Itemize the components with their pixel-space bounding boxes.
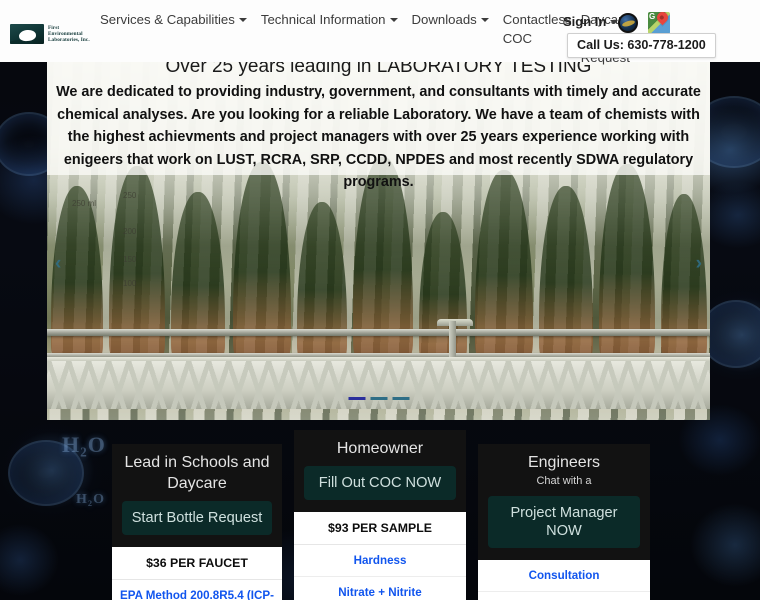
card-link[interactable]: Consultation — [478, 560, 650, 592]
card-header: Engineers Chat with a Project Manager NO… — [478, 444, 650, 560]
hero-body-text: We are dedicated to providing industry, … — [56, 84, 701, 190]
company-logo-icon — [10, 24, 44, 44]
card-lead-in-schools: Lead in Schools and Daycare Start Bottle… — [112, 444, 282, 600]
flask-shape — [661, 194, 707, 362]
card-price: $36 PER FAUCET — [112, 547, 282, 580]
bubble-decoration-icon — [8, 440, 84, 506]
card-homeowner: Homeowner Fill Out COC NOW $93 PER SAMPL… — [294, 430, 466, 600]
card-title: Engineers — [527, 454, 601, 471]
globe-icon[interactable] — [618, 13, 638, 33]
chevron-down-icon — [238, 18, 247, 22]
call-us-tooltip[interactable]: Call Us: 630-778-1200 — [567, 33, 716, 58]
sign-in-button[interactable]: Sign In — [563, 14, 619, 29]
card-title: Lead in Schools and Daycare — [124, 454, 270, 492]
logo-text: First Environmental Laboratories, Inc. — [48, 25, 90, 44]
flask-shape — [171, 192, 225, 362]
carousel-indicator[interactable] — [392, 397, 409, 400]
nav-item-contactless-coc[interactable]: Contactless COC — [503, 10, 572, 48]
card-link[interactable]: Nitrate + Nitrite — [294, 577, 466, 600]
nav-label: Technical Information — [260, 12, 386, 27]
chevron-down-icon — [389, 18, 398, 22]
graduation-label: 200 — [123, 227, 137, 236]
card-link[interactable]: Hardness — [294, 545, 466, 577]
maps-g-letter: G — [649, 12, 656, 21]
card-price: $93 PER SAMPLE — [294, 512, 466, 545]
flask-shape — [419, 212, 467, 362]
sign-in-label: Sign In — [563, 14, 607, 29]
carousel-indicators — [348, 397, 409, 400]
card-header: Homeowner Fill Out COC NOW — [294, 430, 466, 512]
card-subtitle: Chat with a — [536, 475, 592, 487]
nav-item-services-capabilities[interactable]: Services & Capabilities — [100, 10, 247, 29]
card-title: Homeowner — [336, 440, 424, 457]
card-header: Lead in Schools and Daycare Start Bottle… — [112, 444, 282, 547]
map-pin-icon — [654, 12, 670, 26]
card-link[interactable]: Customer Service — [478, 592, 650, 600]
carousel-indicator[interactable] — [370, 397, 387, 400]
hero-text-overlay: Over 25 years leading in LABORATORY TEST… — [47, 57, 710, 190]
logo-line-3: Laboratories, Inc. — [48, 37, 90, 44]
fill-out-coc-button[interactable]: Fill Out COC NOW — [304, 466, 456, 500]
background-watermark: H₂O — [76, 492, 105, 507]
graduation-label: 100 — [123, 279, 137, 288]
nav-item-technical-information[interactable]: Technical Information — [261, 10, 398, 29]
hero-carousel: 250 200 150 100 250 ml Over 25 years lea… — [47, 57, 710, 420]
graduation-label: 250 ml — [72, 199, 97, 208]
carousel-indicator[interactable] — [348, 397, 365, 400]
nav-item-downloads[interactable]: Downloads — [412, 10, 489, 29]
bench-rail — [47, 329, 710, 336]
graduation-label: 150 — [123, 255, 137, 264]
nav-label: Downloads — [411, 12, 477, 27]
background-watermark: H₂O — [62, 432, 106, 457]
page-root: H₂O H₂O First Environmental Laboratories… — [0, 0, 760, 600]
flask-shape — [297, 202, 347, 362]
google-maps-icon[interactable]: G — [648, 12, 670, 34]
site-logo[interactable]: First Environmental Laboratories, Inc. — [10, 24, 90, 44]
project-manager-button[interactable]: Project Manager NOW — [488, 496, 640, 548]
chevron-down-icon — [480, 18, 489, 22]
start-bottle-request-button[interactable]: Start Bottle Request — [122, 501, 272, 535]
carousel-prev-arrow-icon[interactable]: ‹ — [55, 253, 61, 275]
carousel-next-arrow-icon[interactable]: › — [696, 253, 702, 275]
card-link[interactable]: EPA Method 200.8R5.4 (ICP-MS) — [112, 580, 282, 600]
bench-shelf — [47, 361, 710, 409]
card-engineers: Engineers Chat with a Project Manager NO… — [478, 444, 650, 600]
nav-label: Services & Capabilities — [100, 12, 235, 27]
